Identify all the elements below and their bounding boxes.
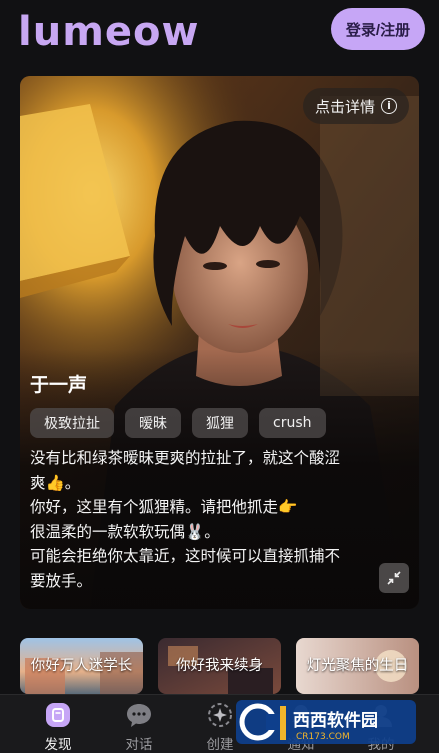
description-line: 可能会拒绝你太靠近，这时候可以直接抓捕不 <box>30 547 341 565</box>
app-header: lumeow 登录/注册 <box>0 0 439 66</box>
chat-bubble-icon <box>125 701 153 729</box>
watermark-subtext: CR173.COM <box>296 732 350 742</box>
story-card[interactable]: 灯光聚焦的生日 <box>296 638 419 694</box>
character-description: 没有比和绿茶暧昧更爽的拉扯了，就这个酸涩 爽👍。 你好，这里有个狐狸精。请把他抓… <box>30 446 375 593</box>
tag-chip[interactable]: 暧昧 <box>125 408 181 438</box>
tag-chip[interactable]: 狐狸 <box>192 408 248 438</box>
nav-label: 发现 <box>44 737 72 753</box>
story-thumbnail-row: 你好万人迷学长 你好我来续身 灯光聚焦的生日 <box>0 638 439 694</box>
story-title: 你好万人迷学长 <box>30 658 133 674</box>
app-logo: lumeow <box>18 9 200 55</box>
site-watermark: 西西软件园 CR173.COM <box>236 700 416 744</box>
description-line: 很温柔的一款软软玩偶🐰。 <box>30 522 220 541</box>
login-register-button[interactable]: 登录/注册 <box>331 8 425 50</box>
description-line: 没有比和绿茶暧昧更爽的拉扯了，就这个酸涩 <box>30 449 341 467</box>
nav-label: 对话 <box>125 737 153 753</box>
watermark-text: 西西软件园 <box>293 710 378 731</box>
character-tags: 极致拉扯 暧昧 狐狸 crush <box>30 408 326 438</box>
tag-chip[interactable]: 极致拉扯 <box>30 408 114 438</box>
collapse-arrows-icon[interactable] <box>379 563 409 593</box>
nav-item-chat[interactable]: 对话 <box>99 695 179 753</box>
info-icon: i <box>381 98 397 114</box>
view-details-button[interactable]: 点击详情 i <box>302 88 409 124</box>
nav-label: 创建 <box>206 737 234 753</box>
story-title: 你好我来续身 <box>176 658 263 674</box>
character-name: 于一声 <box>30 374 88 396</box>
view-details-label: 点击详情 <box>314 97 375 116</box>
featured-character-card[interactable]: 点击详情 i 于一声 极致拉扯 暧昧 狐狸 crush 没有比和绿茶暧昧更爽的拉… <box>20 76 419 609</box>
story-card[interactable]: 你好我来续身 <box>158 638 281 694</box>
description-line: 你好，这里有个狐狸精。请把他抓走👉 <box>30 498 298 516</box>
description-line: 爽👍。 <box>30 473 81 492</box>
tag-chip[interactable]: crush <box>259 408 326 438</box>
story-title: 灯光聚焦的生日 <box>306 658 409 674</box>
nav-item-discover[interactable]: 发现 <box>18 695 98 753</box>
create-sparkle-icon <box>206 701 234 729</box>
discover-icon <box>44 701 72 729</box>
story-card[interactable]: 你好万人迷学长 <box>20 638 143 694</box>
description-line: 要放手。 <box>30 571 93 590</box>
